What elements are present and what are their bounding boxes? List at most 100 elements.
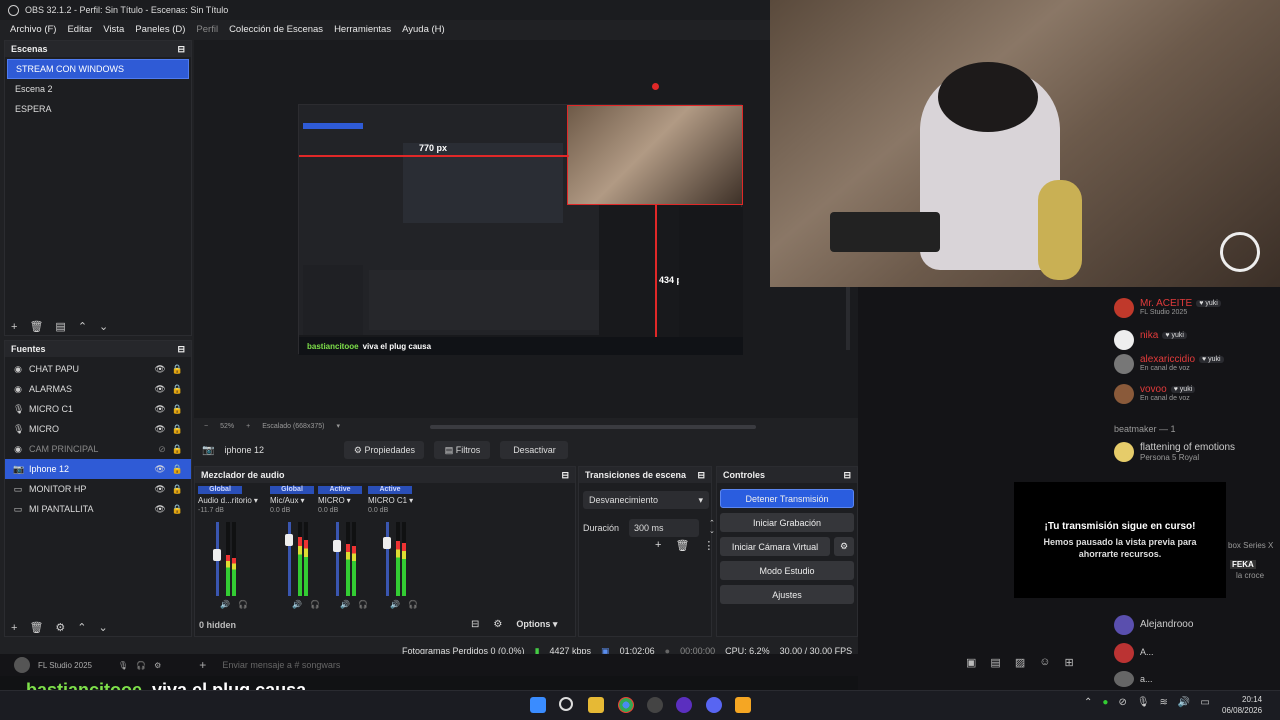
trash-icon[interactable]: 🗑 [29,621,43,634]
eye-icon[interactable]: 👁 [154,464,165,475]
member-item[interactable]: a... [1114,671,1153,687]
undock-icon[interactable]: ⊟ [177,344,185,355]
volume-slider-handle[interactable] [333,540,341,552]
volume-slider-handle[interactable] [285,534,293,546]
member-item[interactable]: alexariccidio ♥ yuki En canal de voz [1114,354,1224,374]
virtual-cam-button[interactable]: Iniciar Cámara Virtual [720,537,830,556]
chrome-icon[interactable] [618,697,634,713]
menu-archivo[interactable]: Archivo (F) [10,24,56,35]
add-icon[interactable]: + [655,539,661,552]
wifi-icon[interactable]: ≋ [1160,697,1168,708]
studio-mode-button[interactable]: Modo Estudio [720,561,854,580]
lock-icon[interactable]: 🔒 [172,464,183,475]
source-item[interactable]: ◉ CAM PRINCIPAL ⊘ 🔒 [5,439,191,459]
source-item[interactable]: 🎙 MICRO C1 👁 🔒 [5,399,191,419]
apps-icon[interactable]: ⊞ [1064,656,1073,669]
lock-icon[interactable]: 🔒 [172,364,183,375]
add-icon[interactable]: + [11,321,17,333]
eye-icon[interactable]: 👁 [154,364,165,375]
volume-slider[interactable] [336,522,339,596]
settings-button[interactable]: Ajustes [720,585,854,604]
arrow-down-icon[interactable]: ⌄ [99,320,108,333]
chevron-up-icon[interactable]: ⌃ [1084,697,1092,708]
volume-icon[interactable]: 🔊 [1178,697,1190,708]
speaker-icon[interactable]: 🔊 [292,600,302,609]
fl-studio-icon[interactable] [735,697,751,713]
app-icon[interactable] [676,697,692,713]
headphones-icon[interactable]: 🎧 [358,600,368,609]
eye-hidden-icon[interactable]: ⊘ [158,444,166,455]
add-icon[interactable]: + [11,622,17,634]
arrow-up-icon[interactable]: ⌃ [78,320,87,333]
undock-icon[interactable]: ⊟ [843,470,851,481]
start-record-button[interactable]: Iniciar Grabación [720,513,854,532]
windows-start-icon[interactable] [530,697,546,713]
speaker-icon[interactable]: 🔊 [220,600,230,609]
menu-herramientas[interactable]: Herramientas [334,24,391,35]
lock-icon[interactable]: 🔒 [172,444,183,455]
scene-item-stream[interactable]: STREAM CON WINDOWS [7,59,189,79]
member-item[interactable]: flattening of emotions Persona 5 Royal [1114,442,1235,462]
properties-button[interactable]: ⚙ Propiedades [344,441,425,459]
volume-slider-handle[interactable] [213,549,221,561]
gift-icon[interactable]: ▣ [966,656,976,669]
filter-icon[interactable]: ▤ [55,320,65,333]
zoom-in-button[interactable]: + [246,423,250,430]
source-item[interactable]: ◉ CHAT PAPU 👁 🔒 [5,359,191,379]
member-item[interactable]: vovoo ♥ yuki En canal de voz [1114,384,1196,404]
deactivate-button[interactable]: Desactivar [500,441,569,459]
network-off-icon[interactable]: ⊘ [1118,697,1126,708]
trash-icon[interactable]: 🗑 [675,539,689,552]
menu-perfil[interactable]: Perfil [196,24,218,35]
lock-icon[interactable]: 🔒 [172,384,183,395]
member-item[interactable]: Alejandrooo [1114,615,1193,635]
duration-input[interactable]: 300 ms [629,519,700,537]
lock-icon[interactable]: 🔒 [172,424,183,435]
gear-icon[interactable]: ⚙ [154,661,161,670]
obs-icon[interactable] [647,697,663,713]
lock-icon[interactable]: 🔒 [172,504,183,515]
battery-icon[interactable]: ▭ [1200,697,1209,708]
menu-editar[interactable]: Editar [67,24,92,35]
chevron-down-icon[interactable]: ▾ [336,422,340,430]
sticker-icon[interactable]: ▨ [1015,656,1025,669]
file-explorer-icon[interactable] [588,697,604,713]
chevron-down-icon[interactable]: ▾ [409,496,413,505]
more-icon[interactable]: ⋮ [703,539,714,552]
gear-icon[interactable]: ⚙ [493,619,502,630]
lock-icon[interactable]: 🔒 [172,404,183,415]
filters-button[interactable]: ▤ Filtros [434,441,491,459]
rotate-handle[interactable] [652,83,659,90]
virtual-cam-settings-button[interactable]: ⚙ [834,537,854,556]
member-item[interactable]: nika ♥ yuki [1114,330,1187,350]
eye-icon[interactable]: 👁 [154,424,165,435]
menu-paneles[interactable]: Paneles (D) [135,24,185,35]
scene-item-escena2[interactable]: Escena 2 [7,79,189,99]
eye-icon[interactable]: 👁 [154,384,165,395]
volume-slider-handle[interactable] [383,537,391,549]
headphones-icon[interactable]: 🎧 [408,600,418,609]
mic-icon[interactable]: 🎙 [118,661,128,670]
discord-icon[interactable] [706,697,722,713]
undock-icon[interactable]: ⊟ [561,470,569,481]
source-item[interactable]: 📷 Iphone 12 👁 🔒 [5,459,191,479]
eye-icon[interactable]: 👁 [154,504,165,515]
undock-icon[interactable]: ⊟ [697,470,705,481]
lock-icon[interactable]: 🔒 [172,484,183,495]
arrow-up-icon[interactable]: ⌃ [77,621,86,634]
mic-icon[interactable]: 🎙 [1137,697,1150,708]
transition-select[interactable]: Desvanecimiento ▾ [583,491,709,509]
eye-icon[interactable]: 👁 [154,484,165,495]
menu-vista[interactable]: Vista [103,24,124,35]
add-icon[interactable]: + [199,658,206,672]
chevron-down-icon[interactable]: ▾ [347,496,351,505]
clock[interactable]: 20:14 06/08/2026 [1222,694,1262,716]
source-item[interactable]: 🎙 MICRO 👁 🔒 [5,419,191,439]
message-input[interactable]: Enviar mensaje a # songwars [222,660,340,670]
preview-scrollbar[interactable] [430,425,756,429]
undock-icon[interactable]: ⊟ [177,44,185,55]
member-item[interactable]: Mr. ACEITE ♥ yuki FL Studio 2025 [1114,298,1221,318]
volume-slider[interactable] [386,522,389,596]
emoji-icon[interactable]: ☺ [1039,656,1050,669]
gear-icon[interactable]: ⚙ [55,621,65,634]
